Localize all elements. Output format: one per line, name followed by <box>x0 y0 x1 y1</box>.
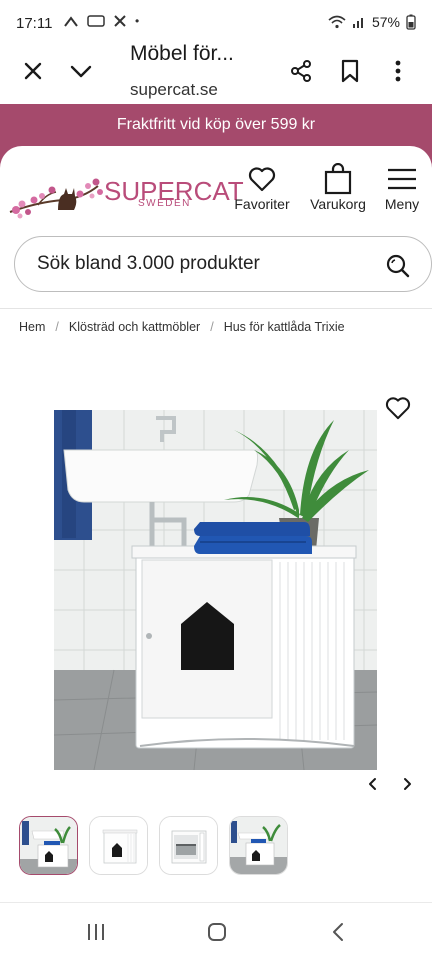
breadcrumb-current[interactable]: Hus för kattlåda Trixie <box>224 320 345 334</box>
next-image-button[interactable] <box>398 774 418 794</box>
phone-missed-icon <box>64 16 78 27</box>
favorites-label: Favoriter <box>234 196 290 212</box>
back-icon <box>333 923 343 941</box>
header-divider <box>0 308 432 309</box>
bag-icon <box>324 163 352 195</box>
app-notification-icon <box>87 15 105 27</box>
wifi-icon <box>328 15 346 29</box>
breadcrumb-home[interactable]: Hem <box>19 320 45 334</box>
home-icon <box>208 923 226 941</box>
menu-label: Meny <box>384 196 420 212</box>
chevron-down-icon <box>70 65 92 78</box>
breadcrumb-separator: / <box>210 320 214 334</box>
add-to-favorites-button[interactable] <box>385 396 411 422</box>
close-tab-button[interactable] <box>16 54 50 88</box>
bookmark-icon <box>341 59 359 83</box>
thumbnail-3[interactable] <box>159 816 218 875</box>
search-bar <box>14 236 432 292</box>
breadcrumb: Hem / Klösträd och kattmöbler / Hus för … <box>19 320 345 334</box>
page-title: Möbel för... <box>130 42 234 65</box>
heart-icon <box>385 397 411 420</box>
search-button[interactable] <box>385 253 411 284</box>
signal-icon <box>352 18 363 28</box>
search-input[interactable] <box>35 247 365 281</box>
thumbnail-4[interactable] <box>229 816 288 875</box>
bookmark-button[interactable] <box>333 54 367 88</box>
chevron-left-icon <box>369 778 376 790</box>
back-button[interactable] <box>318 917 358 947</box>
page-url[interactable]: supercat.se <box>130 80 218 100</box>
thumbnail-1[interactable] <box>19 816 78 875</box>
share-button[interactable] <box>284 54 318 88</box>
heart-icon <box>248 167 276 192</box>
more-icon <box>395 60 401 82</box>
promo-banner: Fraktfritt vid köp över 599 kr <box>0 104 432 146</box>
recent-apps-button[interactable] <box>76 917 116 947</box>
minimize-button[interactable] <box>64 54 98 88</box>
logo-tagline: SWEDEN <box>138 198 191 209</box>
status-notification-icons: • <box>63 14 139 28</box>
promo-text: Fraktfritt vid köp över 599 kr <box>116 116 316 133</box>
cart-button[interactable]: Varukorg <box>306 162 370 212</box>
breadcrumb-separator: / <box>55 320 59 334</box>
logo-blossom-branch-icon <box>9 178 103 219</box>
thumbnail-strip <box>19 816 288 875</box>
status-time: 17:11 <box>16 15 53 32</box>
breadcrumb-category[interactable]: Klösträd och kattmöbler <box>69 320 200 334</box>
previous-image-button[interactable] <box>362 774 382 794</box>
recent-apps-icon <box>88 924 104 940</box>
chevron-right-icon <box>404 778 411 790</box>
status-system-icons: 57% <box>328 14 416 30</box>
cart-label: Varukorg <box>310 196 366 212</box>
site-header: SUPERCAT SWEDEN Favoriter Varukorg Meny <box>0 146 432 308</box>
home-button[interactable] <box>197 917 237 947</box>
thumbnail-2[interactable] <box>89 816 148 875</box>
battery-icon <box>406 14 416 30</box>
search-icon <box>386 254 410 278</box>
share-icon <box>291 60 311 82</box>
system-navigation-bar <box>0 903 432 960</box>
product-image[interactable] <box>54 410 377 770</box>
more-options-button[interactable] <box>381 54 415 88</box>
status-dot: • <box>135 14 140 28</box>
battery-percent: 57% <box>371 14 400 30</box>
browser-toolbar: Möbel för... supercat.se <box>0 40 432 104</box>
menu-button[interactable]: Meny <box>380 162 424 212</box>
menu-icon <box>388 168 416 190</box>
close-icon <box>24 62 42 80</box>
favorites-button[interactable]: Favoriter <box>231 162 293 212</box>
tools-icon <box>114 15 126 27</box>
